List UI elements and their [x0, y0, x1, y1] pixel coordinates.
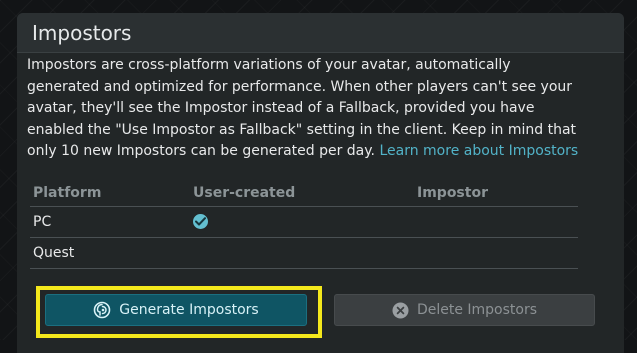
column-header-platform: Platform	[30, 180, 190, 207]
generate-impostors-button[interactable]: Generate Impostors	[45, 294, 307, 326]
platform-cell: PC	[30, 206, 190, 238]
column-header-user-created: User-created	[190, 180, 414, 207]
panel-title: Impostors	[32, 20, 132, 45]
generate-button-label: Generate Impostors	[119, 302, 259, 318]
column-header-impostor: Impostor	[414, 180, 578, 207]
table-row: Quest	[30, 237, 578, 269]
user-created-cell	[190, 237, 414, 269]
learn-more-link[interactable]: Learn more about Impostors	[379, 143, 578, 159]
delete-impostors-button[interactable]: Delete Impostors	[334, 294, 595, 326]
impostors-table: Platform User-created Impostor PC Quest	[30, 180, 578, 269]
impostor-cell	[414, 237, 578, 269]
close-circle-icon	[392, 302, 409, 319]
panel-header: Impostors	[17, 13, 624, 53]
check-icon	[193, 214, 208, 229]
platform-cell: Quest	[30, 237, 190, 269]
table-row: PC	[30, 206, 578, 238]
user-created-cell	[190, 206, 414, 238]
delete-button-label: Delete Impostors	[416, 302, 538, 318]
generate-icon	[93, 301, 111, 319]
impostor-cell	[414, 206, 578, 238]
impostors-description: Impostors are cross-platform variations …	[27, 55, 587, 163]
table-header-row: Platform User-created Impostor	[30, 180, 578, 207]
